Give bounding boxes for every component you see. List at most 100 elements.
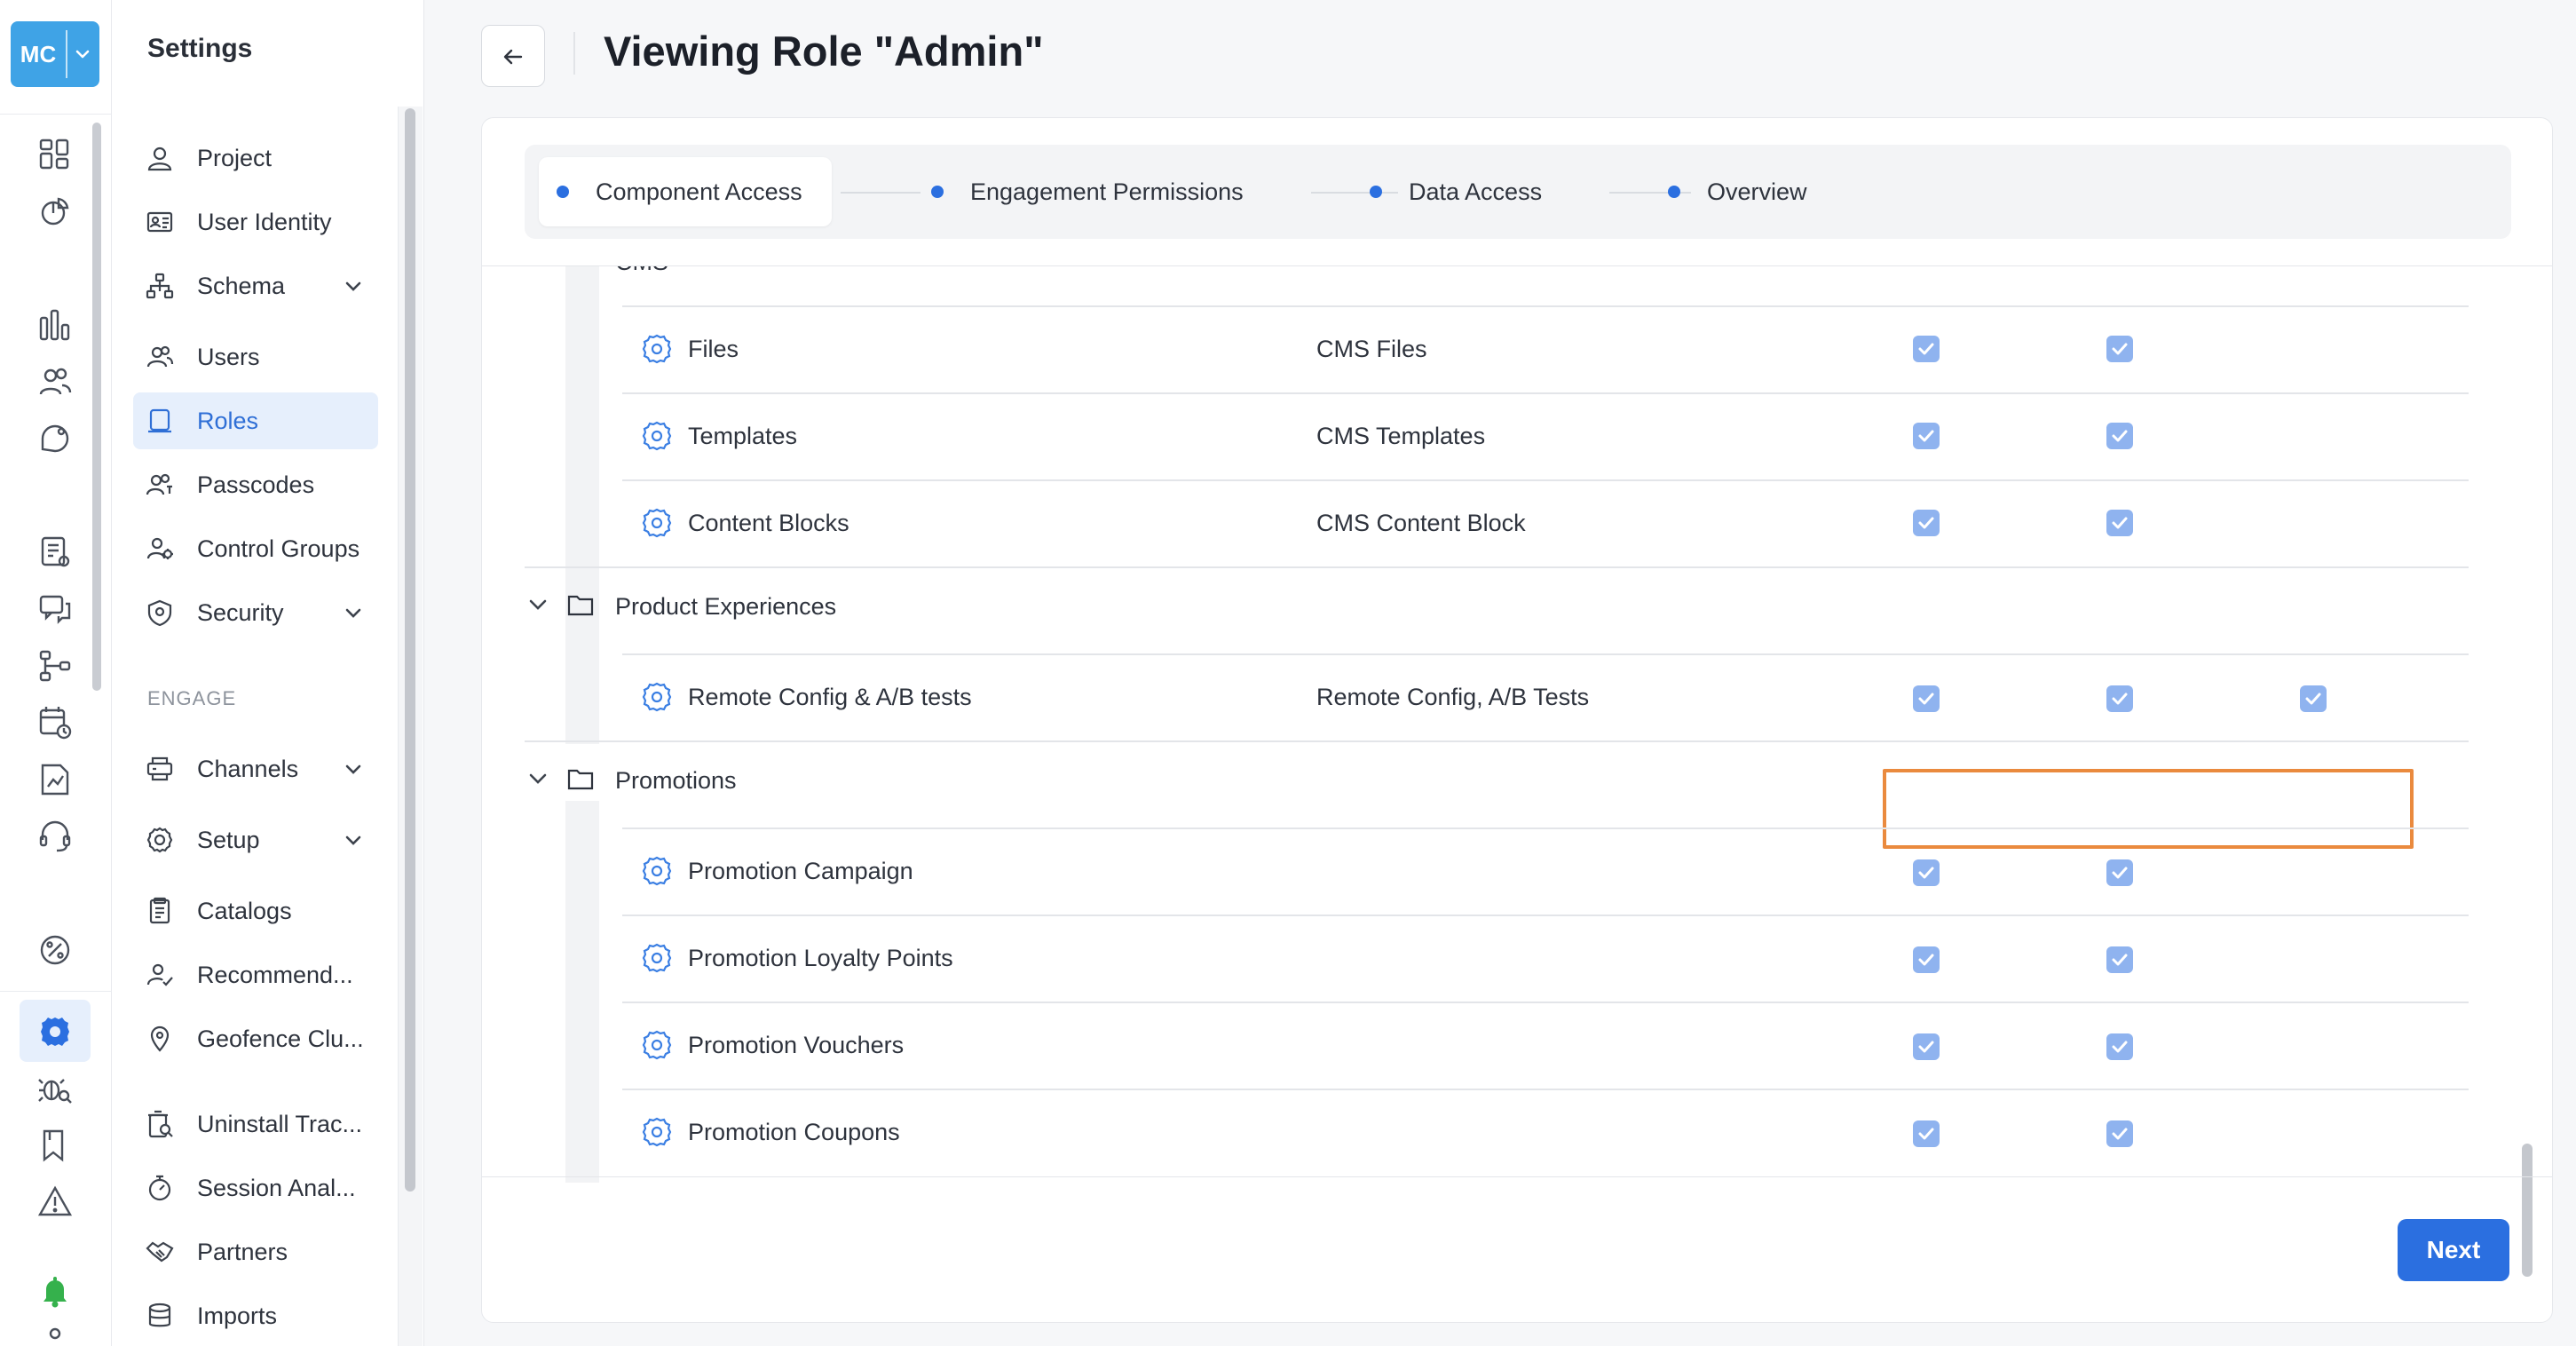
step-dot [557,186,569,198]
sidebar-item-label: Partners [197,1239,288,1265]
sidebar-item-label: Setup [197,827,260,853]
sidebar-item-imports[interactable]: Imports [133,1287,378,1344]
analytics-icon[interactable] [36,305,75,344]
permission-checkbox[interactable] [2106,423,2133,449]
bell-icon[interactable] [36,1271,75,1310]
support-icon[interactable] [36,817,75,856]
step-label: Data Access [1409,178,1543,205]
segments-icon[interactable] [36,192,75,231]
permission-checkbox[interactable] [1913,423,1940,449]
sidebar-item-user-identity[interactable]: User Identity [133,194,378,250]
sidebar-item-label: Uninstall Trac... [197,1111,363,1137]
sidebar-item-label: Control Groups [197,535,360,562]
sidebar-item-label: Geofence Clu... [197,1025,364,1052]
permission-checkbox[interactable] [1913,685,1940,712]
alert-icon[interactable] [36,1183,75,1222]
rail-scrollbar[interactable] [92,123,101,691]
templates-icon[interactable] [36,533,75,572]
sidebar-item-channels[interactable]: Channels [133,740,378,797]
permission-checkbox[interactable] [2106,510,2133,536]
sidebar-item-label: Imports [197,1302,278,1329]
step-dot [1668,186,1680,198]
chevron-down-icon[interactable] [526,767,549,790]
scheduler-icon[interactable] [36,703,75,742]
step-dot [931,186,944,198]
step-label: Overview [1707,178,1807,205]
sidebar-item-control-groups[interactable]: Control Groups [133,520,378,577]
passcodes-icon [146,471,174,499]
row-name: Templates [688,423,798,449]
control-groups-icon [146,534,174,563]
gear-icon [640,419,674,453]
workspace-switcher[interactable]: MC [11,21,99,87]
sidebar-scrollbar[interactable] [405,108,415,1192]
sidebar-item-partners[interactable]: Partners [133,1223,378,1280]
sidebar-item-passcodes[interactable]: Passcodes [133,456,378,513]
permission-checkbox[interactable] [1913,1120,1940,1147]
user-profile-icon[interactable] [36,1326,75,1346]
sidebar-item-label: Roles [197,408,259,434]
sidebar-item-uninstall-tracking[interactable]: Uninstall Trac... [133,1096,378,1152]
next-button[interactable]: Next [2398,1219,2509,1281]
permission-checkbox[interactable] [1913,510,1940,536]
debug-icon[interactable] [36,1069,75,1108]
sidebar-item-schema[interactable]: Schema [133,257,378,314]
permission-checkbox[interactable] [2106,859,2133,886]
sidebar-item-users[interactable]: Users [133,329,378,385]
recommend-icon [146,961,174,989]
gear-icon [640,1028,674,1062]
messages-icon[interactable] [36,590,75,629]
gear-icon [640,332,674,366]
settings-icon[interactable] [36,1012,75,1051]
uninstall-icon [146,1110,174,1138]
sidebar-item-project[interactable]: Project [133,130,378,186]
permission-checkbox[interactable] [2300,685,2327,712]
back-button[interactable] [481,25,545,87]
chevron-down-icon [343,758,364,780]
chevron-down-icon[interactable] [526,593,549,616]
sidebar-item-geofence[interactable]: Geofence Clu... [133,1010,378,1067]
row-component: CMS Templates [1316,423,1486,449]
sidebar-item-label: Schema [197,273,286,299]
row-name: Promotion Coupons [688,1119,900,1145]
group-name: Product Experiences [615,593,837,620]
schema-icon [146,272,174,300]
percent-icon[interactable] [36,930,75,970]
group-name: CMS [615,266,668,276]
permission-checkbox[interactable] [1913,336,1940,362]
sidebar-item-label: Session Anal... [197,1175,356,1201]
permission-checkbox[interactable] [1913,859,1940,886]
permission-checkbox[interactable] [1913,946,1940,973]
reports-icon[interactable] [36,760,75,799]
sidebar-item-label: Passcodes [197,471,315,498]
engage-icon[interactable] [36,419,75,458]
dashboard-icon[interactable] [36,135,75,174]
role-editor-card: Component Access Engagement Permissions … [481,117,2553,1323]
handshake-icon [146,1238,174,1266]
sidebar-item-label: Users [197,344,260,370]
section-label-engage: ENGAGE [147,687,237,709]
sidebar-item-label: Catalogs [197,898,292,924]
gear-icon [640,506,674,540]
sidebar-item-recommend[interactable]: Recommend... [133,946,378,1003]
sidebar-item-security[interactable]: Security [133,584,378,641]
flows-icon[interactable] [36,646,75,685]
sidebar-item-setup[interactable]: Setup [133,812,378,868]
bookmark-icon[interactable] [36,1126,75,1165]
stepper: Component Access Engagement Permissions … [525,145,2511,239]
person-icon [146,144,174,172]
row-name: Promotion Vouchers [688,1032,905,1058]
sidebar-item-session-analytics[interactable]: Session Anal... [133,1160,378,1216]
workspace-initials: MC [20,41,57,67]
permission-checkbox[interactable] [2106,685,2133,712]
permission-checkbox[interactable] [2106,946,2133,973]
sidebar-item-roles[interactable]: Roles [133,392,378,449]
sidebar-item-label: Security [197,599,284,626]
permission-checkbox[interactable] [2106,1120,2133,1147]
permission-checkbox[interactable] [2106,336,2133,362]
tree-scrollbar[interactable] [2522,1144,2533,1277]
sidebar-item-catalogs[interactable]: Catalogs [133,883,378,939]
permission-checkbox[interactable] [2106,1033,2133,1060]
users-icon[interactable] [36,362,75,401]
permission-checkbox[interactable] [1913,1033,1940,1060]
